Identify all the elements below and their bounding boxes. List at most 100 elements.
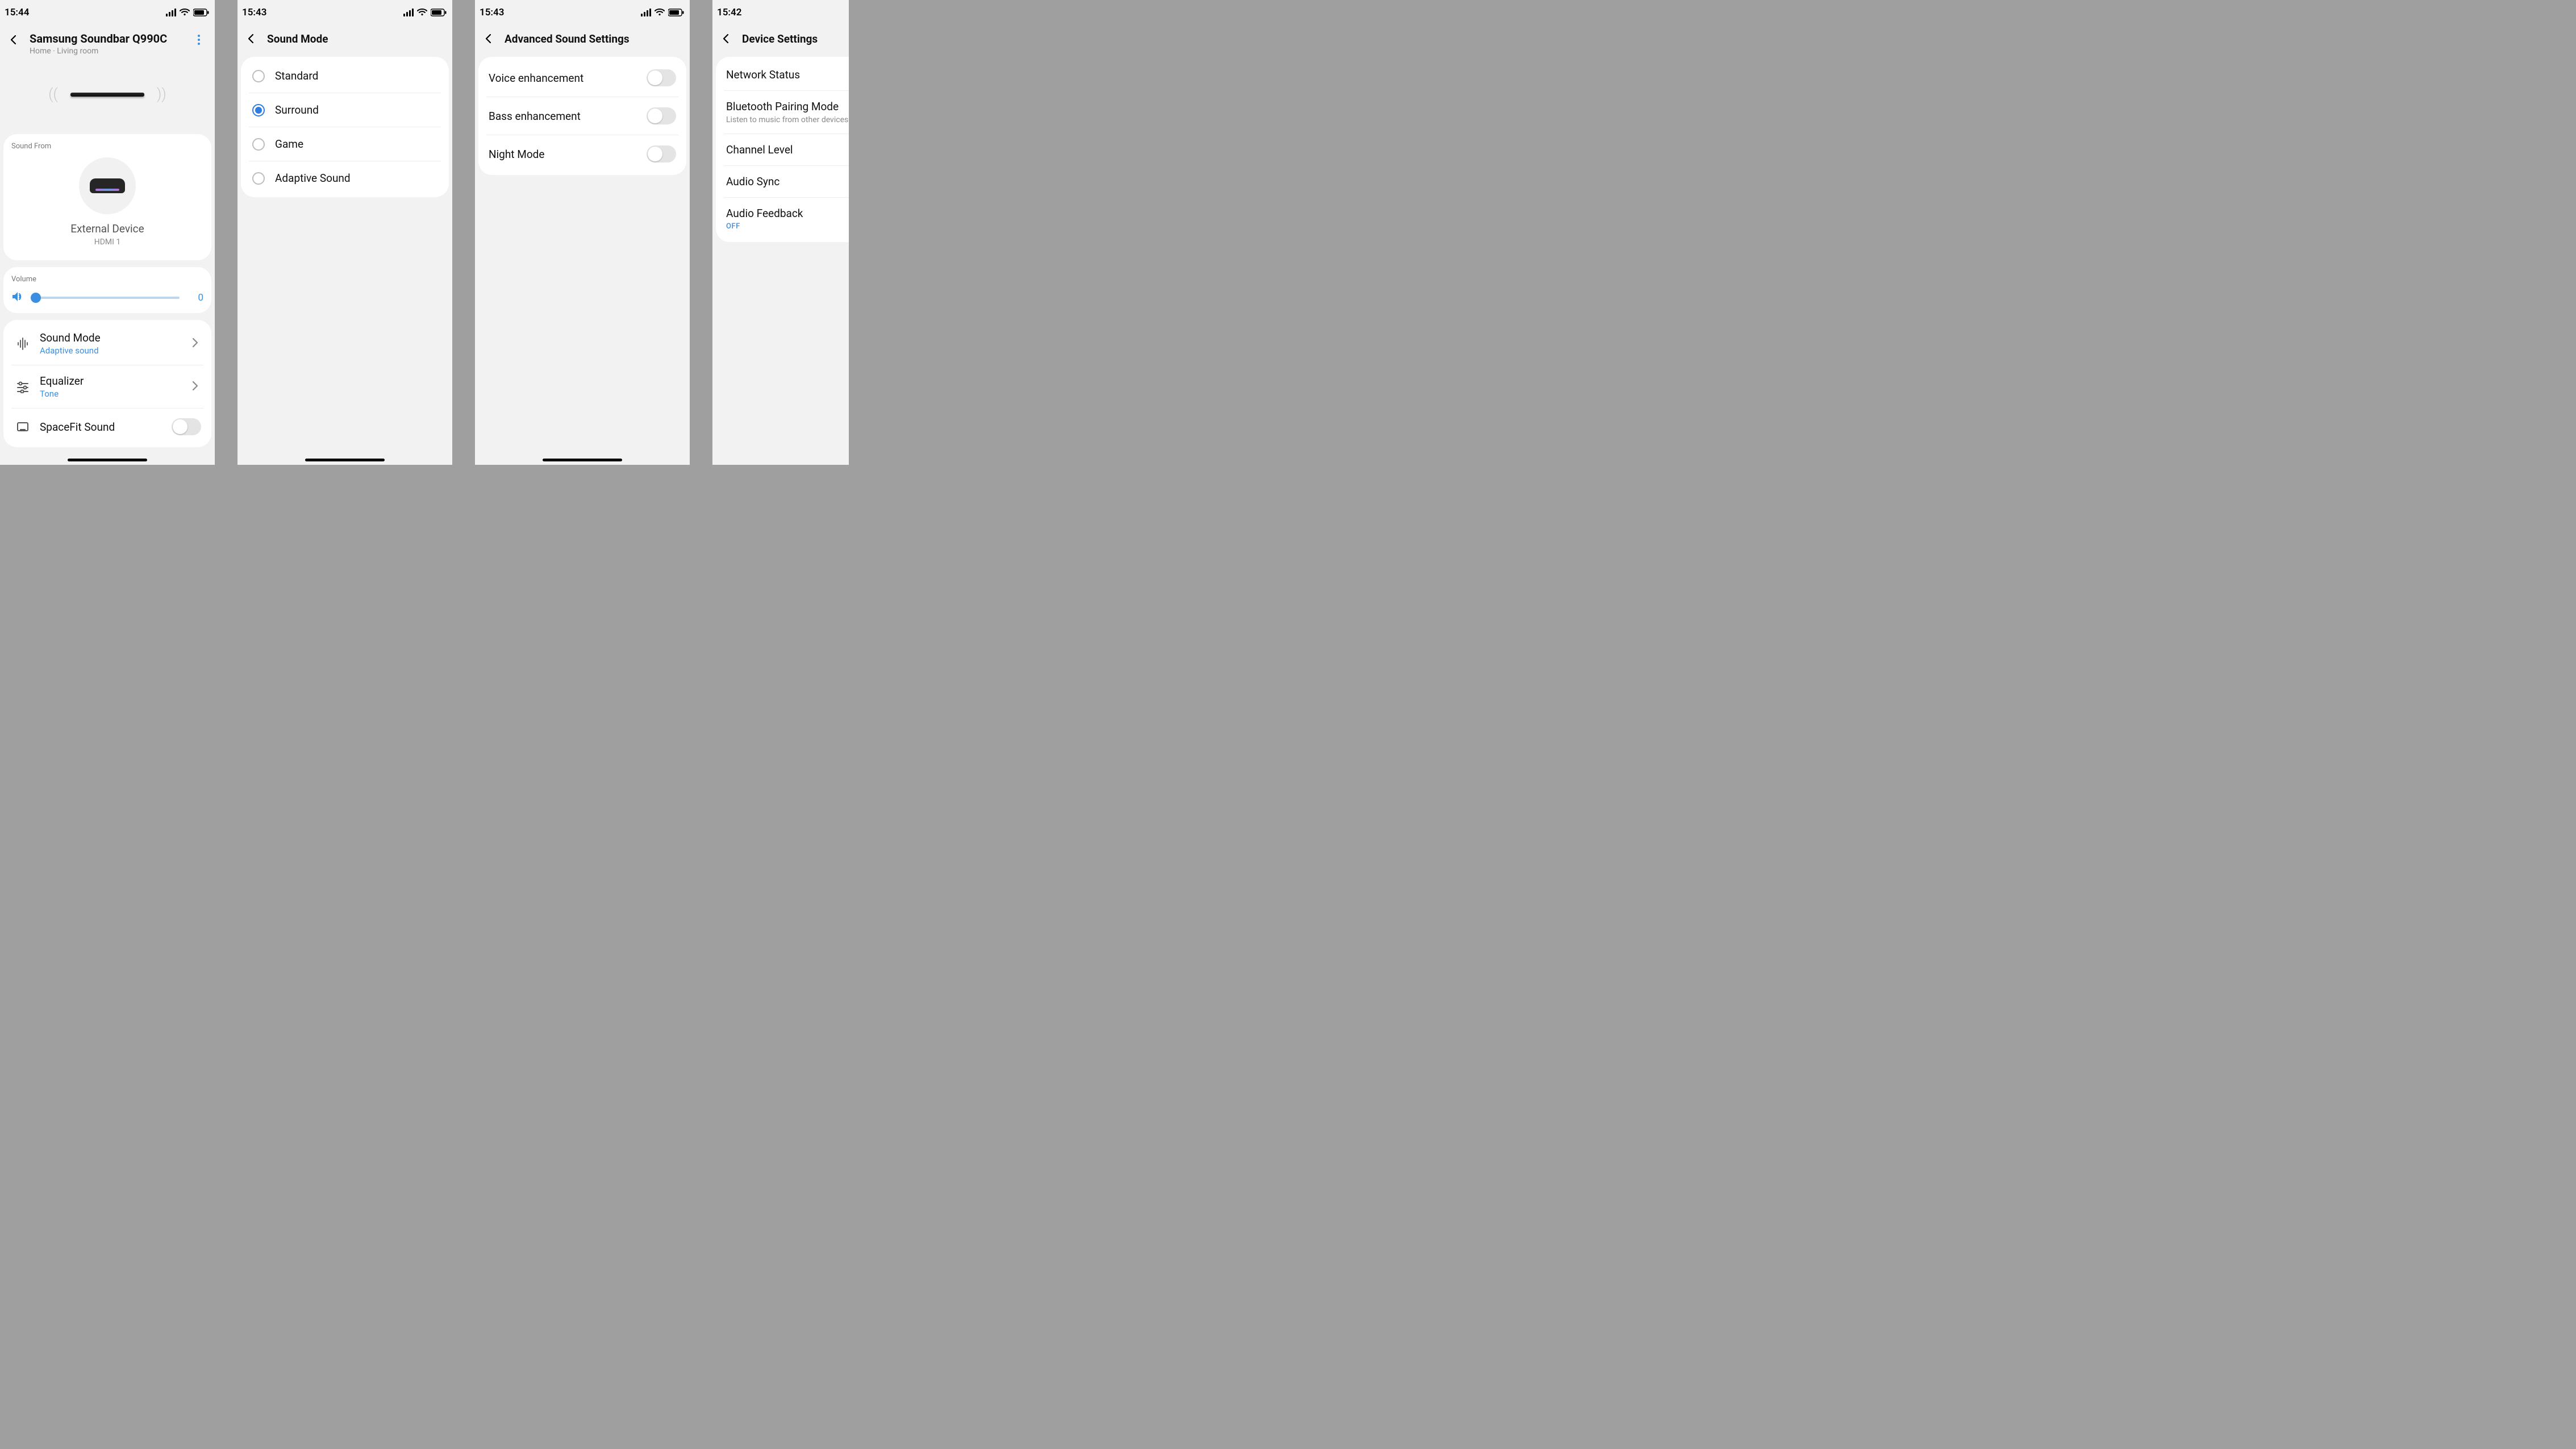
toggle-label: Night Mode	[489, 148, 544, 161]
row-audio-sync[interactable]: Audio Sync	[724, 166, 849, 198]
status-bar: 15:43	[475, 0, 690, 25]
row-bass-enhancement[interactable]: Bass enhancement	[486, 97, 678, 135]
status-bar: 15:42	[712, 0, 849, 25]
radio-icon	[252, 104, 265, 116]
page-header: Advanced Sound Settings	[475, 25, 690, 57]
page-header: Sound Mode	[237, 25, 452, 57]
radio-label: Game	[275, 138, 303, 151]
radio-icon	[252, 138, 265, 151]
sound-from-card[interactable]: Sound From External Device HDMI 1	[3, 134, 211, 260]
device-hero: (( ))	[0, 66, 215, 134]
wifi-icon	[655, 9, 665, 16]
row-bluetooth-pairing[interactable]: Bluetooth Pairing Mode Listen to music f…	[724, 91, 849, 134]
sound-wave-left-icon: ((	[48, 86, 58, 103]
screen-device-detail: 15:44 Samsung Soundbar Q990C Home · Livi…	[0, 0, 215, 465]
toggle-knob	[648, 70, 662, 85]
volume-row: 0	[11, 290, 203, 305]
settings-list-card: Sound Mode Adaptive sound Equalizer Tone	[3, 320, 211, 447]
page-header: Device Settings	[712, 25, 849, 57]
status-bar: 15:44	[0, 0, 215, 25]
row-title: Audio Sync	[726, 175, 849, 188]
row-audio-feedback[interactable]: Audio Feedback OFF	[724, 198, 849, 240]
voice-enhancement-toggle[interactable]	[647, 69, 676, 86]
radio-standard[interactable]: Standard	[249, 59, 441, 93]
page-title: Sound Mode	[267, 32, 328, 45]
status-bar: 15:43	[237, 0, 452, 25]
back-button[interactable]	[720, 31, 732, 47]
row-spacefit[interactable]: SpaceFit Sound	[11, 409, 203, 445]
status-icons	[641, 9, 684, 16]
bass-enhancement-toggle[interactable]	[647, 107, 676, 124]
home-indicator[interactable]	[305, 459, 385, 461]
sound-from-port: HDMI 1	[94, 238, 121, 247]
row-channel-level[interactable]: Channel Level	[724, 134, 849, 166]
row-night-mode[interactable]: Night Mode	[486, 135, 678, 173]
chevron-left-icon	[483, 33, 494, 44]
row-status: OFF	[726, 222, 849, 231]
signal-icon	[166, 9, 176, 16]
more-menu-button[interactable]	[191, 32, 207, 48]
screen-device-settings: 15:42 Device Settings Network Status Blu…	[712, 0, 849, 465]
sound-from-label: Sound From	[11, 142, 203, 151]
night-mode-toggle[interactable]	[647, 145, 676, 163]
page-title: Device Settings	[742, 32, 818, 45]
row-network-status[interactable]: Network Status	[724, 59, 849, 91]
chevron-right-icon	[190, 337, 201, 351]
volume-value: 0	[193, 292, 203, 303]
screen-advanced-sound: 15:43 Advanced Sound Settings Voice enha…	[475, 0, 690, 465]
page-title-block: Samsung Soundbar Q990C Home · Living roo…	[30, 32, 181, 56]
status-time: 15:43	[480, 7, 504, 18]
radio-surround[interactable]: Surround	[249, 93, 441, 127]
screen-sound-mode: 15:43 Sound Mode Standard Surround Game	[237, 0, 452, 465]
device-title: Samsung Soundbar Q990C	[30, 32, 181, 45]
radio-dot-icon	[255, 107, 262, 114]
volume-thumb[interactable]	[31, 293, 41, 303]
sound-mode-icon	[14, 335, 32, 353]
chevron-left-icon	[8, 34, 19, 45]
row-title: Network Status	[726, 68, 849, 81]
sound-mode-options: Standard Surround Game Adaptive Sound	[241, 57, 449, 197]
row-sub: Adaptive sound	[40, 345, 182, 356]
advanced-toggles: Voice enhancement Bass enhancement Night…	[478, 57, 686, 175]
volume-slider[interactable]	[32, 297, 180, 299]
spacefit-toggle[interactable]	[172, 418, 201, 435]
row-title: Channel Level	[726, 143, 849, 156]
row-equalizer[interactable]: Equalizer Tone	[11, 365, 203, 409]
radio-icon	[252, 172, 265, 185]
status-icons	[166, 9, 209, 16]
soundbar-image	[70, 93, 144, 97]
row-title: Equalizer	[40, 374, 182, 388]
signal-icon	[403, 9, 414, 16]
back-button[interactable]	[483, 31, 494, 47]
battery-icon	[431, 9, 447, 16]
sound-from-body: External Device HDMI 1	[11, 157, 203, 252]
radio-game[interactable]: Game	[249, 127, 441, 161]
home-indicator[interactable]	[543, 459, 622, 461]
row-title: SpaceFit Sound	[40, 420, 164, 434]
toggle-label: Bass enhancement	[489, 110, 581, 123]
signal-icon	[641, 9, 651, 16]
chevron-left-icon	[245, 33, 257, 44]
row-sound-mode[interactable]: Sound Mode Adaptive sound	[11, 322, 203, 365]
back-button[interactable]	[245, 31, 257, 47]
spacefit-icon	[14, 418, 32, 436]
chevron-left-icon	[720, 33, 732, 44]
back-button[interactable]	[8, 32, 19, 48]
page-header: Samsung Soundbar Q990C Home · Living roo…	[0, 25, 215, 66]
wifi-icon	[417, 9, 427, 16]
row-voice-enhancement[interactable]: Voice enhancement	[486, 59, 678, 97]
page-title: Advanced Sound Settings	[505, 32, 630, 45]
status-time: 15:42	[717, 7, 741, 18]
volume-label: Volume	[11, 275, 203, 284]
radio-label: Standard	[275, 69, 318, 82]
home-indicator[interactable]	[68, 459, 147, 461]
radio-adaptive-sound[interactable]: Adaptive Sound	[249, 161, 441, 195]
status-time: 15:43	[242, 7, 266, 18]
row-sub: Listen to music from other devices	[726, 115, 849, 124]
volume-icon[interactable]	[11, 290, 24, 305]
toggle-label: Voice enhancement	[489, 72, 583, 85]
sound-from-name: External Device	[70, 222, 144, 235]
status-icons	[403, 9, 447, 16]
toggle-knob	[648, 147, 662, 161]
row-title: Sound Mode	[40, 331, 182, 344]
